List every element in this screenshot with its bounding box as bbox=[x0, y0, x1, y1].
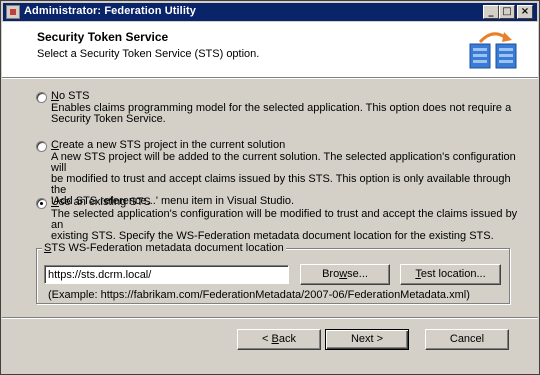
window-title: Administrator: Federation Utility bbox=[24, 5, 196, 17]
maximize-button[interactable]: □ bbox=[499, 5, 515, 19]
new-sts-project-label[interactable]: Create a new STS project in the current … bbox=[51, 139, 285, 151]
existing-sts-label[interactable]: Use an existing STS bbox=[51, 196, 151, 208]
cancel-button[interactable]: Cancel bbox=[425, 329, 509, 350]
metadata-location-legend: STS WS-Federation metadata document loca… bbox=[42, 242, 286, 254]
new-sts-project-radio[interactable] bbox=[36, 141, 47, 152]
close-button[interactable]: × bbox=[517, 5, 533, 19]
wizard-header: Security Token Service Select a Security… bbox=[2, 22, 538, 79]
no-sts-radio[interactable] bbox=[36, 92, 47, 103]
metadata-url-input[interactable]: https://sts.dcrm.local/ bbox=[44, 265, 289, 284]
next-button[interactable]: Next > bbox=[325, 329, 409, 350]
page-title: Security Token Service bbox=[37, 30, 169, 44]
footer-separator bbox=[2, 317, 538, 319]
federation-utility-window: Administrator: Federation Utility _ □ × … bbox=[0, 0, 540, 375]
metadata-example-text: (Example: https://fabrikam.com/Federatio… bbox=[48, 289, 470, 301]
browse-button[interactable]: Browse... bbox=[300, 264, 390, 285]
sts-wizard-icon bbox=[469, 32, 517, 69]
test-location-button[interactable]: Test location... bbox=[400, 264, 501, 285]
back-button[interactable]: < Back bbox=[237, 329, 321, 350]
existing-sts-description: The selected application's configuration… bbox=[51, 208, 518, 242]
page-subtitle: Select a Security Token Service (STS) op… bbox=[37, 48, 260, 60]
existing-sts-radio[interactable] bbox=[36, 198, 47, 209]
no-sts-description: Enables claims programming model for the… bbox=[51, 102, 512, 125]
minimize-button[interactable]: _ bbox=[483, 5, 499, 19]
no-sts-label[interactable]: No STS bbox=[51, 90, 90, 102]
app-icon bbox=[6, 5, 20, 19]
title-bar[interactable]: Administrator: Federation Utility _ □ × bbox=[3, 3, 537, 21]
